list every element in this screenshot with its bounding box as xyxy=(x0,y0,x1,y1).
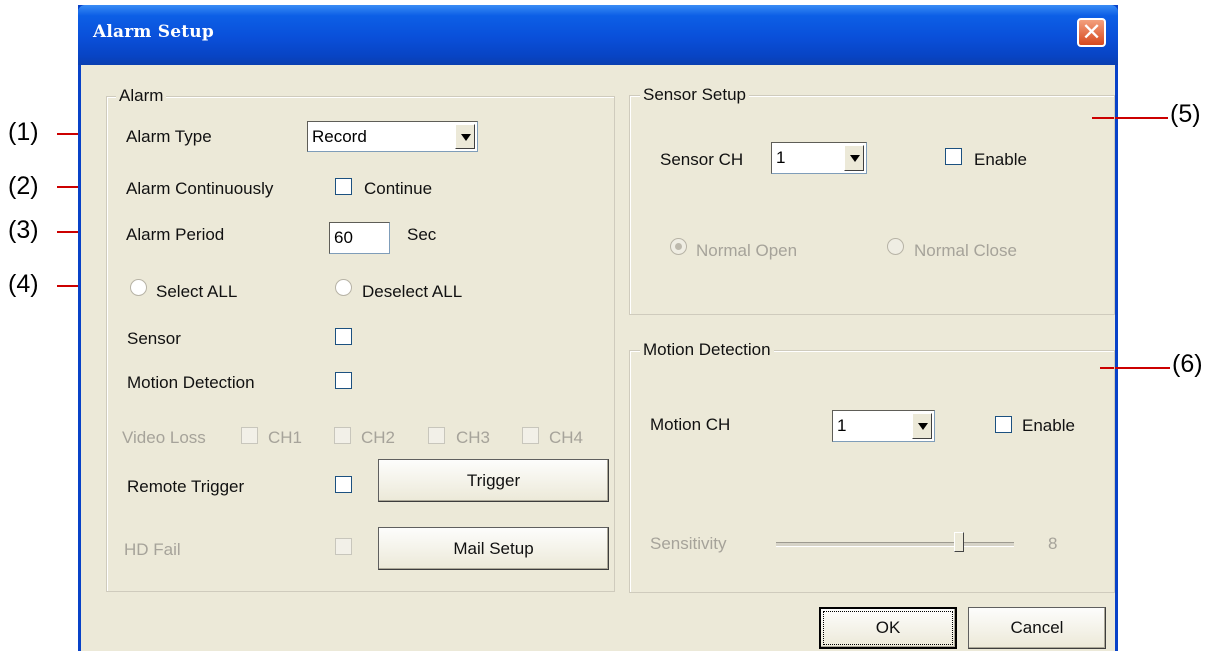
select-all-label: Select ALL xyxy=(156,282,238,301)
motion-detection-group-label: Motion Detection xyxy=(640,340,774,360)
sensitivity-label: Sensitivity xyxy=(650,534,727,553)
radio-dot-icon xyxy=(675,243,682,250)
video-loss-ch1-checkbox[interactable] xyxy=(241,427,258,444)
sensor-enable-label: Enable xyxy=(974,150,1027,169)
normal-close-radio[interactable] xyxy=(887,238,904,255)
motion-ch-value: 1 xyxy=(837,416,847,435)
video-loss-ch2-checkbox[interactable] xyxy=(334,427,351,444)
video-loss-ch3-checkbox[interactable] xyxy=(428,427,445,444)
chevron-down-icon[interactable] xyxy=(912,413,932,439)
continue-label: Continue xyxy=(364,179,433,198)
callout-3: (3) xyxy=(8,216,39,244)
remote-trigger-checkbox[interactable] xyxy=(335,476,352,493)
motion-detection-checkbox[interactable] xyxy=(335,372,352,389)
trigger-button-label: Trigger xyxy=(466,470,521,490)
motion-detection-group xyxy=(629,350,1115,593)
sensor-checkbox[interactable] xyxy=(335,328,352,345)
alarm-period-label: Alarm Period xyxy=(126,225,225,244)
video-loss-ch1-label: CH1 xyxy=(268,428,303,447)
video-loss-label: Video Loss xyxy=(122,428,206,447)
mail-setup-button-label: Mail Setup xyxy=(453,538,534,558)
motion-ch-select[interactable]: 1 xyxy=(832,410,935,442)
continue-checkbox[interactable] xyxy=(335,178,352,195)
alarm-period-unit: Sec xyxy=(407,225,437,244)
close-icon: ✕ xyxy=(1081,18,1102,46)
sensor-label: Sensor xyxy=(127,329,181,348)
video-loss-ch2-label: CH2 xyxy=(361,428,396,447)
motion-enable-checkbox[interactable] xyxy=(995,416,1012,433)
cancel-button-label: Cancel xyxy=(1010,618,1064,637)
alarm-group-label: Alarm xyxy=(116,86,167,106)
sensor-ch-value: 1 xyxy=(776,148,786,167)
motion-detection-label: Motion Detection xyxy=(127,373,255,392)
deselect-all-radio[interactable] xyxy=(335,279,352,296)
sensor-setup-group-label: Sensor Setup xyxy=(640,85,750,105)
callout-4: (4) xyxy=(8,270,39,298)
mail-setup-button[interactable]: Mail Setup xyxy=(378,527,609,570)
video-loss-ch3-label: CH3 xyxy=(456,428,491,447)
motion-enable-label: Enable xyxy=(1022,416,1075,435)
video-loss-ch4-checkbox[interactable] xyxy=(522,427,539,444)
ok-button-label: OK xyxy=(875,618,901,637)
alarm-period-input[interactable]: 60 xyxy=(329,222,390,254)
hd-fail-label: HD Fail xyxy=(124,540,181,559)
normal-close-label: Normal Close xyxy=(914,241,1017,260)
select-all-radio[interactable] xyxy=(130,279,147,296)
callout-2: (2) xyxy=(8,172,39,200)
callout-5: (5) xyxy=(1170,100,1201,128)
title-bar[interactable] xyxy=(78,5,1118,65)
sensitivity-slider-thumb[interactable] xyxy=(954,532,964,552)
motion-ch-label: Motion CH xyxy=(650,415,731,434)
normal-open-radio[interactable] xyxy=(670,238,687,255)
alarm-type-label: Alarm Type xyxy=(126,127,212,146)
video-loss-ch4-label: CH4 xyxy=(549,428,584,447)
cancel-button[interactable]: Cancel xyxy=(968,607,1106,649)
deselect-all-label: Deselect ALL xyxy=(362,282,463,301)
sensor-enable-checkbox[interactable] xyxy=(945,148,962,165)
close-button[interactable]: ✕ xyxy=(1077,18,1106,47)
remote-trigger-label: Remote Trigger xyxy=(127,477,245,496)
alarm-group xyxy=(106,96,615,592)
callout-1: (1) xyxy=(8,118,39,146)
alarm-continuously-label: Alarm Continuously xyxy=(126,179,274,198)
normal-open-label: Normal Open xyxy=(696,241,798,260)
trigger-button[interactable]: Trigger xyxy=(378,459,609,502)
alarm-type-value: Record xyxy=(312,126,367,146)
callout-6: (6) xyxy=(1172,350,1203,378)
chevron-down-icon[interactable] xyxy=(455,124,475,149)
sensor-ch-label: Sensor CH xyxy=(660,150,744,169)
ok-button[interactable]: OK xyxy=(819,607,957,649)
sensitivity-value: 8 xyxy=(1048,534,1058,553)
sensor-setup-group xyxy=(629,95,1115,315)
window-title: Alarm Setup xyxy=(93,22,214,42)
chevron-down-icon[interactable] xyxy=(844,145,864,171)
sensitivity-slider-track[interactable] xyxy=(776,542,1014,547)
sensor-ch-select[interactable]: 1 xyxy=(771,142,867,174)
hd-fail-checkbox[interactable] xyxy=(335,538,352,555)
alarm-period-value: 60 xyxy=(334,228,353,247)
alarm-type-select[interactable]: Record xyxy=(307,121,478,152)
